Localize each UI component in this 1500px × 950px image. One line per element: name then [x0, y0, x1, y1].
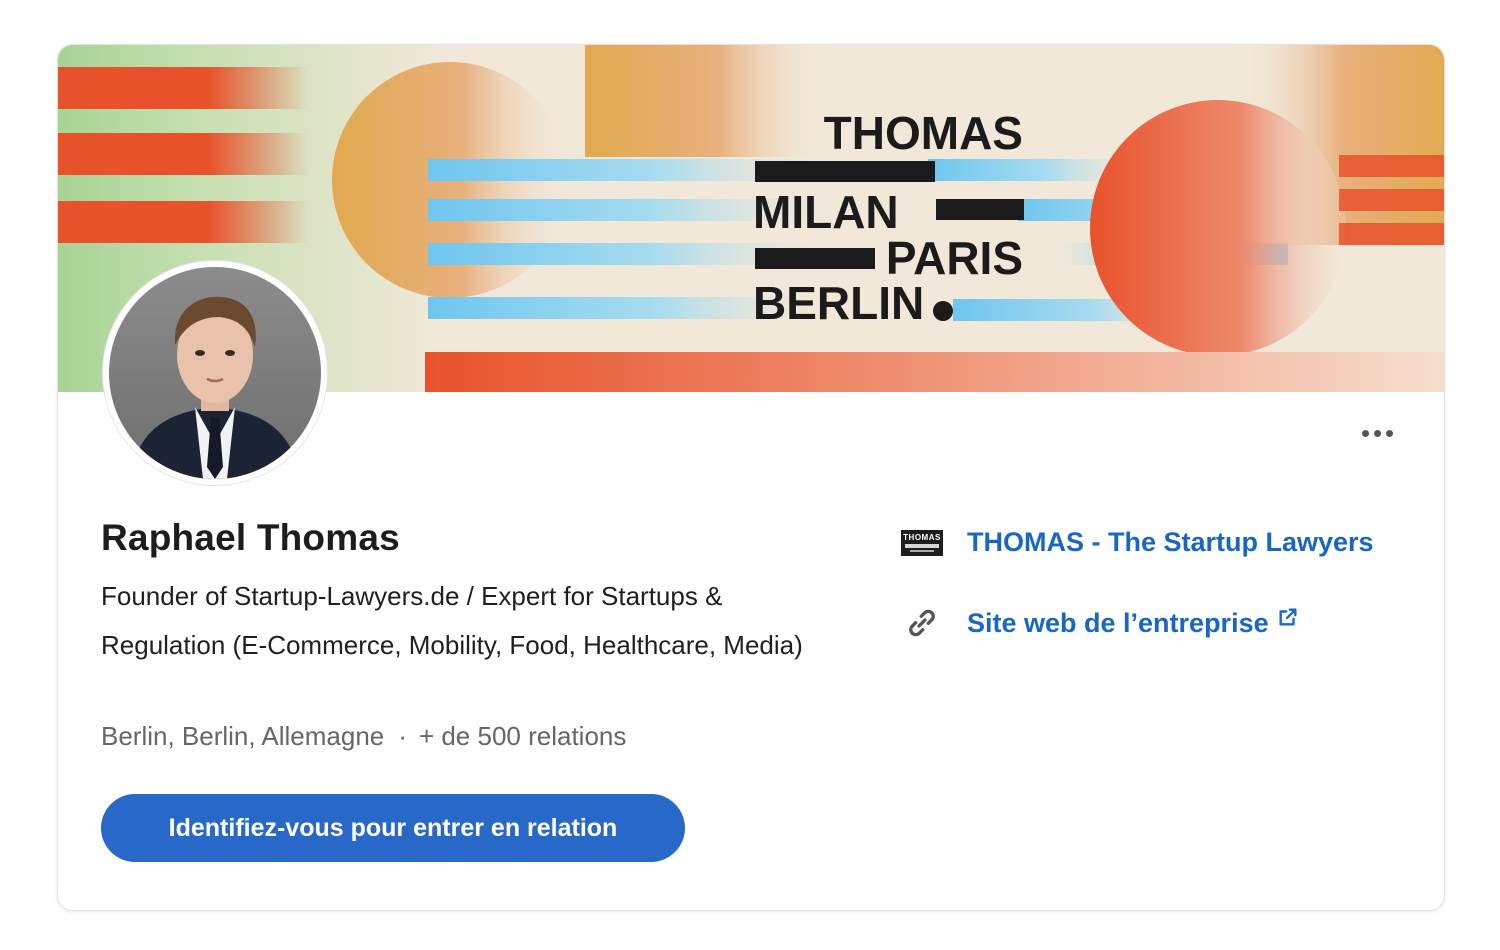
profile-card: THOMAS MILAN PARIS BERLIN Raphael Thomas… [57, 44, 1445, 911]
more-options-button[interactable] [1348, 417, 1406, 449]
avatar-photo [109, 267, 321, 479]
banner-word-thomas: THOMAS [824, 107, 1023, 159]
external-link-icon [1277, 604, 1299, 635]
profile-location: Berlin, Berlin, Allemagne [101, 721, 385, 751]
link-icon [901, 602, 943, 644]
website-link[interactable]: Site web de l’entreprise [967, 608, 1299, 639]
company-link[interactable]: THOMAS - The Startup Lawyers [967, 527, 1374, 558]
profile-avatar[interactable] [103, 261, 327, 485]
profile-name: Raphael Thomas [101, 517, 400, 558]
banner-word-milan: MILAN [753, 186, 899, 238]
ellipsis-icon [1385, 429, 1393, 437]
ellipsis-icon [1361, 429, 1369, 437]
profile-headline: Founder of Startup-Lawyers.de / Expert f… [101, 581, 803, 660]
profile-meta: Berlin, Berlin, Allemagne · + de 500 relat… [101, 721, 626, 752]
company-website[interactable]: Site web de l’entreprise [901, 602, 1299, 644]
banner-word-berlin: BERLIN [753, 277, 924, 329]
current-company[interactable]: THOMAS THOMAS - The Startup Lawyers [901, 527, 1374, 558]
company-logo-icon: THOMAS [901, 529, 943, 556]
website-link-label: Site web de l’entreprise [967, 607, 1269, 638]
ellipsis-icon [1373, 429, 1381, 437]
connect-button[interactable]: Identifiez-vous pour entrer en relation [101, 794, 685, 862]
profile-connections: + de 500 relations [418, 721, 627, 751]
meta-separator: · [398, 721, 407, 751]
